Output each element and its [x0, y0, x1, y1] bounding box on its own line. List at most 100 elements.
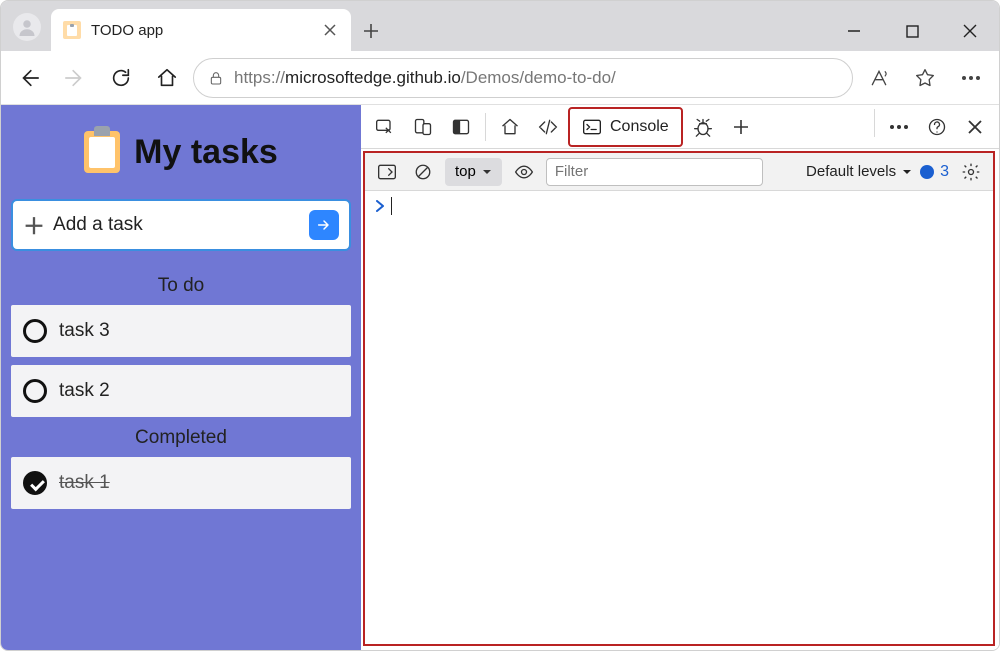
close-icon — [963, 24, 977, 38]
todo-app: My tasks ＋ Add a task To do task 3 task … — [1, 105, 361, 650]
levels-label: Default levels — [806, 163, 896, 180]
address-bar-row: https://microsoftedge.github.io/Demos/de… — [1, 51, 999, 105]
gear-icon — [961, 162, 981, 182]
close-icon — [324, 24, 336, 36]
url-text: https://microsoftedge.github.io/Demos/de… — [234, 68, 616, 88]
browser-window: TODO app https://microsoftedge.github.io… — [0, 0, 1000, 651]
context-selector[interactable]: top — [445, 158, 502, 186]
sources-tab[interactable] — [685, 109, 721, 145]
refresh-icon — [110, 67, 132, 89]
eye-icon — [514, 162, 534, 182]
tab-title: TODO app — [91, 22, 321, 39]
maximize-icon — [906, 25, 919, 38]
context-label: top — [455, 163, 476, 180]
home-button[interactable] — [147, 58, 187, 98]
home-icon — [156, 67, 178, 89]
separator — [485, 113, 486, 141]
clipboard-icon — [63, 21, 81, 39]
forward-button — [55, 58, 95, 98]
console-icon — [582, 118, 602, 136]
text-cursor — [391, 197, 392, 215]
task-text: task 1 — [59, 472, 110, 494]
task-checkbox[interactable] — [23, 319, 47, 343]
elements-tab[interactable] — [530, 109, 566, 145]
task-text: task 2 — [59, 380, 110, 402]
tab-close-button[interactable] — [321, 21, 339, 39]
refresh-button[interactable] — [101, 58, 141, 98]
console-panel: top Default levels 3 — [363, 151, 995, 646]
sidebar-icon — [377, 163, 397, 181]
arrow-right-icon — [316, 217, 332, 233]
star-icon — [915, 68, 935, 88]
device-toggle-button[interactable] — [405, 109, 441, 145]
devtools-toolbar: Console — [361, 105, 999, 149]
filter-input[interactable] — [546, 158, 763, 186]
home-icon — [500, 117, 520, 137]
issues-button[interactable]: 3 — [920, 163, 949, 181]
devtools-more-button[interactable] — [881, 109, 917, 145]
add-task-label: Add a task — [53, 214, 301, 236]
welcome-tab[interactable] — [492, 109, 528, 145]
chevron-right-icon — [375, 200, 385, 212]
task-row[interactable]: task 3 — [11, 305, 351, 357]
clipboard-icon — [84, 131, 120, 173]
minimize-button[interactable] — [825, 11, 883, 51]
dock-icon — [451, 117, 471, 137]
more-tabs-button[interactable] — [723, 109, 759, 145]
browser-tab[interactable]: TODO app — [51, 9, 351, 51]
code-icon — [537, 117, 559, 137]
ellipsis-icon — [961, 75, 981, 81]
devtools-close-button[interactable] — [957, 109, 993, 145]
log-levels-selector[interactable]: Default levels — [806, 163, 912, 180]
content-area: My tasks ＋ Add a task To do task 3 task … — [1, 105, 999, 650]
console-prompt[interactable] — [375, 197, 983, 215]
add-task-input[interactable]: ＋ Add a task — [11, 199, 351, 251]
read-aloud-button[interactable] — [859, 58, 899, 98]
devtools-help-button[interactable] — [919, 109, 955, 145]
inspect-button[interactable] — [367, 109, 403, 145]
task-text: task 3 — [59, 320, 110, 342]
clear-icon — [414, 163, 432, 181]
task-checkbox[interactable] — [23, 379, 47, 403]
completed-section-label: Completed — [11, 427, 351, 449]
minimize-icon — [847, 24, 861, 38]
arrow-left-icon — [18, 67, 40, 89]
bug-icon — [693, 117, 713, 137]
window-controls — [825, 11, 999, 51]
todo-section-label: To do — [11, 275, 351, 297]
task-checkbox-checked[interactable] — [23, 471, 47, 495]
new-tab-button[interactable] — [351, 11, 391, 51]
profile-button[interactable] — [13, 13, 41, 41]
live-expression-button[interactable] — [510, 158, 538, 186]
read-aloud-icon — [869, 68, 889, 88]
titlebar: TODO app — [1, 1, 999, 51]
submit-task-button[interactable] — [309, 210, 339, 240]
console-settings-button[interactable] — [957, 158, 985, 186]
task-row-completed[interactable]: task 1 — [11, 457, 351, 509]
arrow-right-icon — [64, 67, 86, 89]
more-button[interactable] — [951, 58, 991, 98]
address-bar[interactable]: https://microsoftedge.github.io/Demos/de… — [193, 58, 853, 98]
lock-icon — [208, 70, 224, 86]
back-button[interactable] — [9, 58, 49, 98]
toggle-sidebar-button[interactable] — [373, 158, 401, 186]
chevron-down-icon — [482, 167, 492, 177]
clear-console-button[interactable] — [409, 158, 437, 186]
favorite-button[interactable] — [905, 58, 945, 98]
task-row[interactable]: task 2 — [11, 365, 351, 417]
address-bar-actions — [859, 58, 991, 98]
dock-button[interactable] — [443, 109, 479, 145]
ellipsis-icon — [889, 124, 909, 130]
chevron-down-icon — [902, 167, 912, 177]
device-icon — [413, 117, 433, 137]
close-icon — [967, 119, 983, 135]
devtools: Console top — [361, 105, 999, 650]
console-tab[interactable]: Console — [568, 107, 683, 147]
maximize-button[interactable] — [883, 11, 941, 51]
plus-icon: ＋ — [23, 209, 45, 241]
issues-count: 3 — [940, 163, 949, 181]
console-body[interactable] — [365, 191, 993, 644]
close-window-button[interactable] — [941, 11, 999, 51]
plus-icon — [733, 119, 749, 135]
console-tab-label: Console — [610, 118, 669, 136]
